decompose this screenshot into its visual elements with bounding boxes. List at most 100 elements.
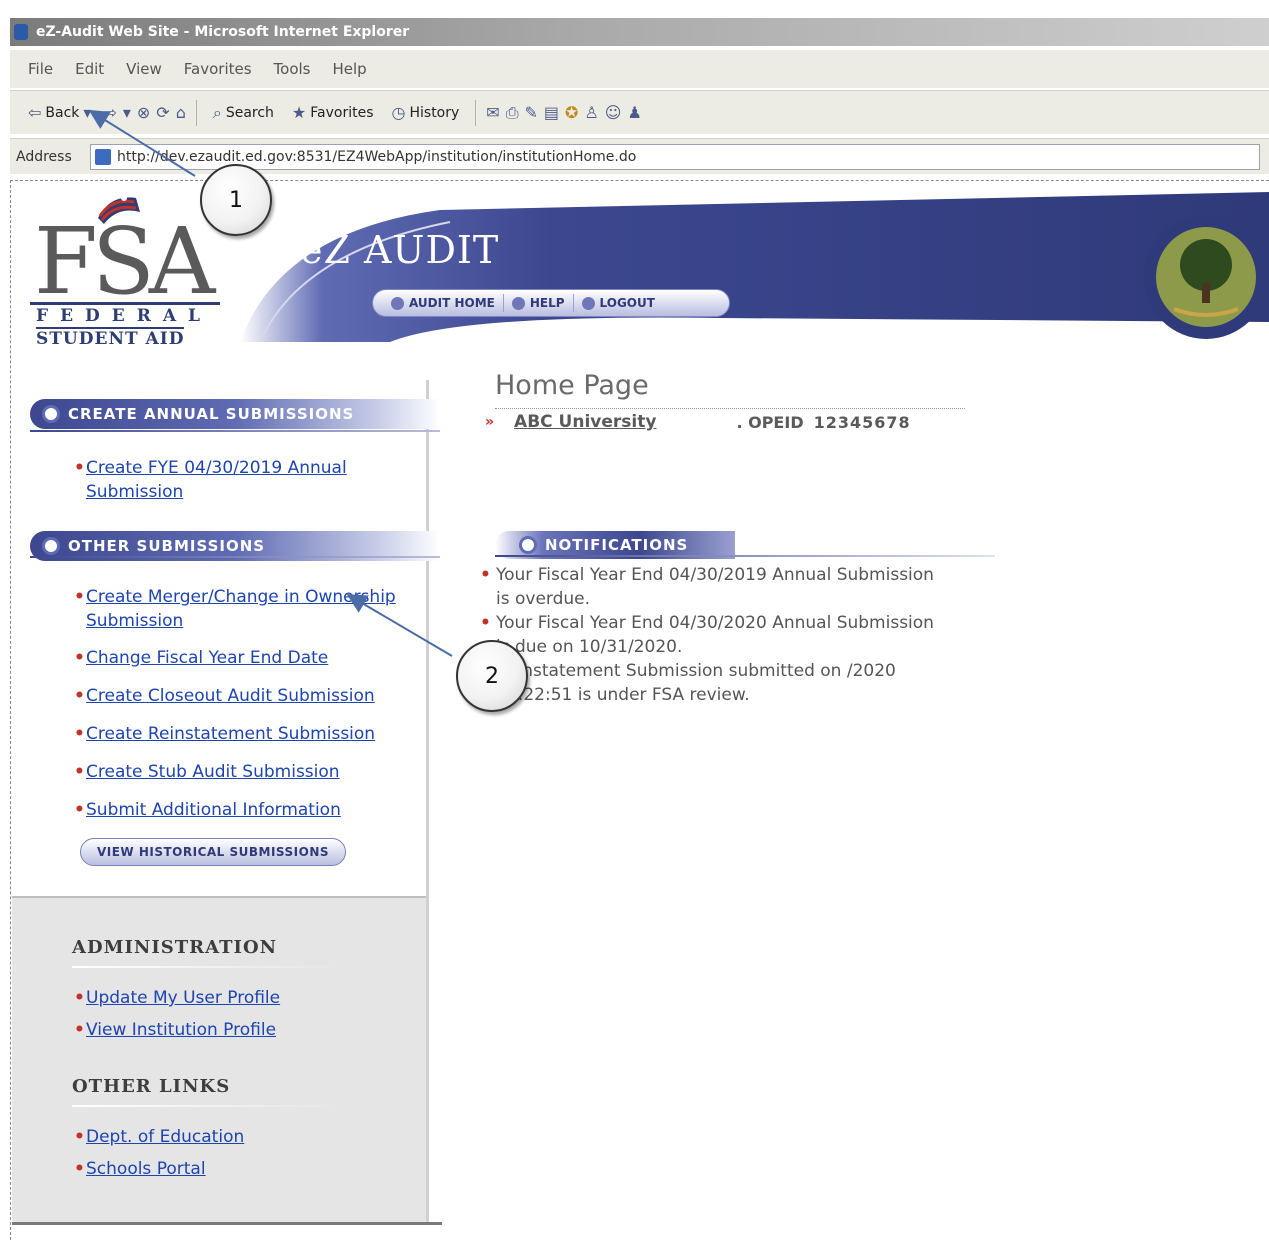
history-button[interactable]: ◷ History	[386, 101, 466, 124]
bullet: •	[74, 458, 85, 478]
list-item: • Schools Portal	[74, 1157, 244, 1181]
administration-heading: ADMINISTRATION	[72, 937, 278, 958]
messenger-icon[interactable]: ☺	[605, 103, 622, 122]
callout-1: 1	[200, 164, 272, 236]
bullet: •	[74, 1127, 85, 1147]
back-arrow-icon: ⇦	[28, 103, 42, 122]
stop-icon[interactable]: ⊗	[137, 103, 150, 122]
change-fiscal-year-link[interactable]: Change Fiscal Year End Date	[86, 648, 328, 668]
bullet: •	[74, 1020, 85, 1040]
nav-logout[interactable]: LOGOUT	[574, 294, 663, 312]
app-title: eZ AUDIT	[300, 228, 500, 272]
menu-favorites[interactable]: Favorites	[184, 60, 252, 78]
favorites-icon: ★	[291, 103, 307, 122]
create-annual-heading-label: CREATE ANNUAL SUBMISSIONS	[68, 405, 355, 423]
institution-name-link[interactable]: ABC University	[514, 412, 656, 432]
bullet: •	[74, 587, 85, 607]
chevron-down-icon[interactable]: ▾	[123, 103, 131, 122]
edit-icon[interactable]: ✎	[525, 103, 538, 122]
person-icon[interactable]: ♙	[584, 103, 598, 122]
create-stub-audit-link[interactable]: Create Stub Audit Submission	[86, 762, 340, 782]
menu-view[interactable]: View	[126, 60, 162, 78]
sidebar-divider	[426, 380, 429, 1225]
print-icon[interactable]: ⎙	[506, 103, 519, 123]
notification-text: Your Fiscal Year End 04/30/2020 Annual S…	[496, 613, 934, 657]
bullet: •	[480, 565, 491, 585]
update-user-profile-link[interactable]: Update My User Profile	[86, 988, 280, 1008]
callout-2: 2	[456, 640, 528, 712]
list-item: • Create Closeout Audit Submission	[74, 684, 414, 708]
list-item: • Update My User Profile	[74, 986, 280, 1010]
heading-rule	[72, 966, 342, 968]
refresh-icon[interactable]: ⟳	[156, 103, 169, 122]
fsa-logo[interactable]: FSA FEDERAL STUDENT AID	[30, 190, 230, 355]
view-institution-profile-link[interactable]: View Institution Profile	[86, 1020, 276, 1040]
user-icon[interactable]: ♟	[627, 103, 641, 122]
award-icon[interactable]: ✪	[565, 103, 578, 122]
other-links-heading: OTHER LINKS	[72, 1076, 231, 1097]
mail-icon[interactable]: ✉	[486, 103, 499, 122]
create-merger-submission-link[interactable]: Create Merger/Change in Ownership Submis…	[86, 587, 396, 631]
schools-portal-link[interactable]: Schools Portal	[86, 1159, 206, 1179]
menu-help[interactable]: Help	[333, 60, 367, 78]
heading-rule	[72, 1105, 342, 1107]
list-item: • Dept. of Education	[74, 1125, 244, 1149]
bullet: •	[74, 1159, 85, 1179]
list-item: • Create Stub Audit Submission	[74, 760, 414, 784]
page-icon	[95, 148, 111, 165]
discuss-icon[interactable]: ▤	[544, 103, 559, 122]
annual-links: • Create FYE 04/30/2019 Annual Submission	[74, 456, 394, 518]
section-underline	[30, 556, 440, 558]
menu-file[interactable]: File	[28, 60, 53, 78]
section-icon	[519, 536, 537, 554]
bullet: •	[74, 800, 85, 820]
nav-help[interactable]: HELP	[504, 294, 574, 312]
list-item: • Create FYE 04/30/2019 Annual Submission	[74, 456, 394, 504]
menu-tools[interactable]: Tools	[274, 60, 311, 78]
favorites-label: Favorites	[310, 104, 374, 121]
history-label: History	[409, 104, 460, 121]
notifications-heading-label: NOTIFICATIONS	[545, 536, 689, 554]
section-underline	[495, 555, 995, 557]
section-icon	[42, 405, 60, 423]
search-icon: ⌕	[212, 102, 222, 122]
list-item: • Create Reinstatement Submission	[74, 722, 414, 746]
window-title-bar: eZ-Audit Web Site - Microsoft Internet E…	[10, 18, 1269, 46]
search-button[interactable]: ⌕ Search	[207, 101, 280, 125]
ie-icon	[14, 24, 28, 40]
address-label: Address	[16, 148, 72, 165]
window-title: eZ-Audit Web Site - Microsoft Internet E…	[36, 24, 410, 40]
sidebar-bottom-rule	[12, 1222, 442, 1225]
home-icon[interactable]: ⌂	[176, 103, 186, 122]
institution-row: » ABC University . OPEID 12345678	[485, 412, 911, 432]
favorites-button[interactable]: ★ Favorites	[286, 101, 380, 124]
list-item: • Your Fiscal Year End 04/30/2020 Annual …	[480, 611, 940, 659]
back-button[interactable]: ⇦ Back ▾	[22, 101, 97, 124]
toolbar-separator	[195, 99, 197, 126]
dept-of-education-link[interactable]: Dept. of Education	[86, 1127, 244, 1147]
forward-arrow-icon[interactable]: ⇨	[103, 103, 116, 122]
list-item: • Create Merger/Change in Ownership Submi…	[74, 585, 414, 633]
menu-edit[interactable]: Edit	[75, 60, 104, 78]
address-input[interactable]: http://dev.ezaudit.ed.gov:8531/EZ4WebApp…	[90, 143, 1260, 170]
opeid-value: 12345678	[813, 412, 911, 432]
bullet: •	[74, 686, 85, 706]
bullet: •	[74, 988, 85, 1008]
address-url: http://dev.ezaudit.ed.gov:8531/EZ4WebApp…	[117, 148, 637, 165]
admin-links: • Update My User Profile • View Institutio…	[74, 986, 280, 1056]
create-closeout-audit-link[interactable]: Create Closeout Audit Submission	[86, 686, 375, 706]
department-seal-icon	[1144, 215, 1268, 339]
logo-student-aid: STUDENT AID	[36, 327, 185, 349]
external-links: • Dept. of Education • Schools Portal	[74, 1125, 244, 1195]
view-historical-submissions-button[interactable]: VIEW HISTORICAL SUBMISSIONS	[80, 838, 346, 866]
other-links: • Create Merger/Change in Ownership Submi…	[74, 585, 414, 836]
chevron-down-icon[interactable]: ▾	[83, 103, 91, 122]
create-reinstatement-link[interactable]: Create Reinstatement Submission	[86, 724, 375, 744]
logo-rule	[30, 302, 220, 305]
list-item: • Change Fiscal Year End Date	[74, 646, 414, 670]
create-annual-submission-link[interactable]: Create FYE 04/30/2019 Annual Submission	[86, 458, 347, 502]
other-submissions-heading-label: OTHER SUBMISSIONS	[68, 537, 266, 555]
nav-audit-home[interactable]: AUDIT HOME	[383, 294, 504, 312]
submit-additional-info-link[interactable]: Submit Additional Information	[86, 800, 341, 820]
section-underline	[30, 430, 440, 432]
